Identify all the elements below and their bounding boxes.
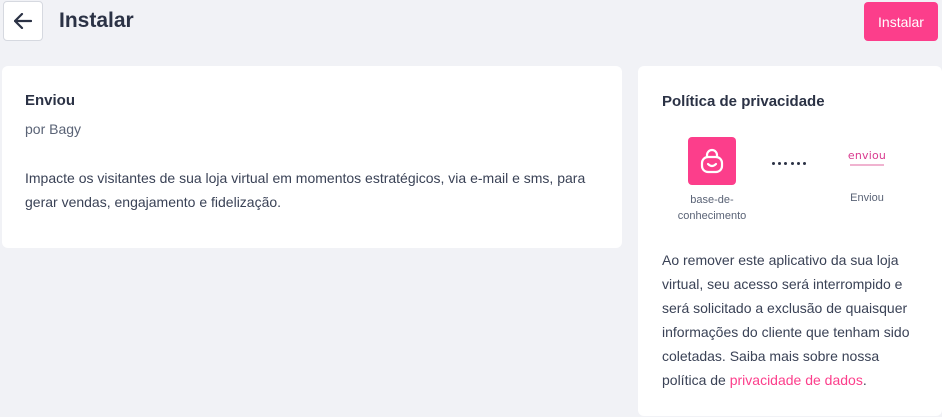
back-button[interactable] — [3, 1, 43, 41]
install-button[interactable]: Instalar — [864, 2, 938, 41]
target-app-logo-text: enviou — [847, 149, 887, 162]
page-title: Instalar — [59, 9, 134, 32]
target-app-logo: enviou — [834, 150, 900, 170]
logo-underline — [850, 164, 884, 166]
app-info-card: Enviou por Bagy Impacte os visitantes de… — [2, 66, 622, 248]
app-description: Impacte os visitantes de sua loja virtua… — [25, 170, 586, 210]
app-author: por Bagy — [25, 121, 82, 137]
privacy-description: Ao remover este aplicativo da sua loja v… — [662, 248, 924, 392]
privacy-title: Política de privacidade — [662, 93, 825, 110]
arrow-left-icon — [14, 13, 32, 29]
shopping-bag-icon — [700, 148, 724, 174]
top-bar: Instalar Instalar — [0, 0, 942, 44]
privacy-text-body: Ao remover este aplicativo da sua loja v… — [662, 252, 910, 388]
connection-dots — [772, 162, 806, 165]
source-app-label: base-de-conhecimento — [677, 194, 747, 222]
privacy-text-end: . — [862, 372, 867, 388]
app-name: Enviou — [25, 92, 76, 109]
privacy-card: Política de privacidade base-de-conhecim… — [638, 66, 942, 416]
data-privacy-link[interactable]: privacidade de dados — [730, 372, 863, 388]
target-app-label: Enviou — [850, 192, 884, 204]
source-app-logo — [688, 137, 736, 185]
